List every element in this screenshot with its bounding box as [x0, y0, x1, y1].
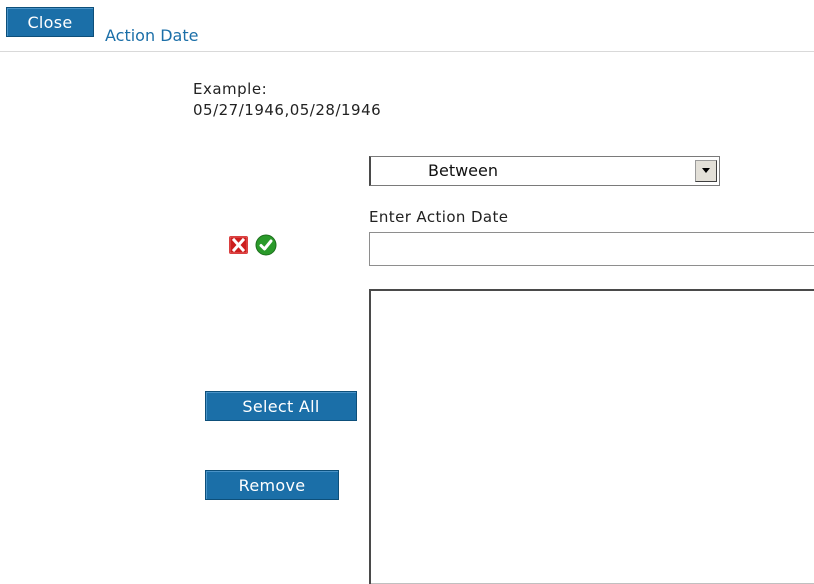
example-value: 05/27/1946,05/28/1946 — [193, 101, 382, 119]
panel-title: Action Date — [105, 26, 199, 45]
select-all-button[interactable]: Select All — [205, 391, 357, 421]
action-date-label: Enter Action Date — [369, 208, 509, 226]
close-button[interactable]: Close — [6, 7, 94, 37]
action-date-filter-panel: Close Action Date Example: 05/27/1946,05… — [0, 0, 814, 584]
check-icon[interactable] — [255, 234, 277, 256]
dropdown-arrow-button[interactable] — [695, 160, 717, 182]
example-label: Example: — [193, 80, 268, 98]
header-divider — [0, 51, 814, 52]
action-date-input[interactable] — [369, 232, 814, 266]
selected-dates-list[interactable] — [369, 289, 814, 584]
remove-button[interactable]: Remove — [205, 470, 339, 500]
close-icon[interactable] — [229, 236, 248, 254]
operator-selected-value: Between — [428, 161, 499, 180]
chevron-down-icon — [702, 168, 710, 173]
operator-select[interactable]: Between — [369, 156, 720, 186]
example-hint: Example: 05/27/1946,05/28/1946 — [193, 79, 381, 121]
